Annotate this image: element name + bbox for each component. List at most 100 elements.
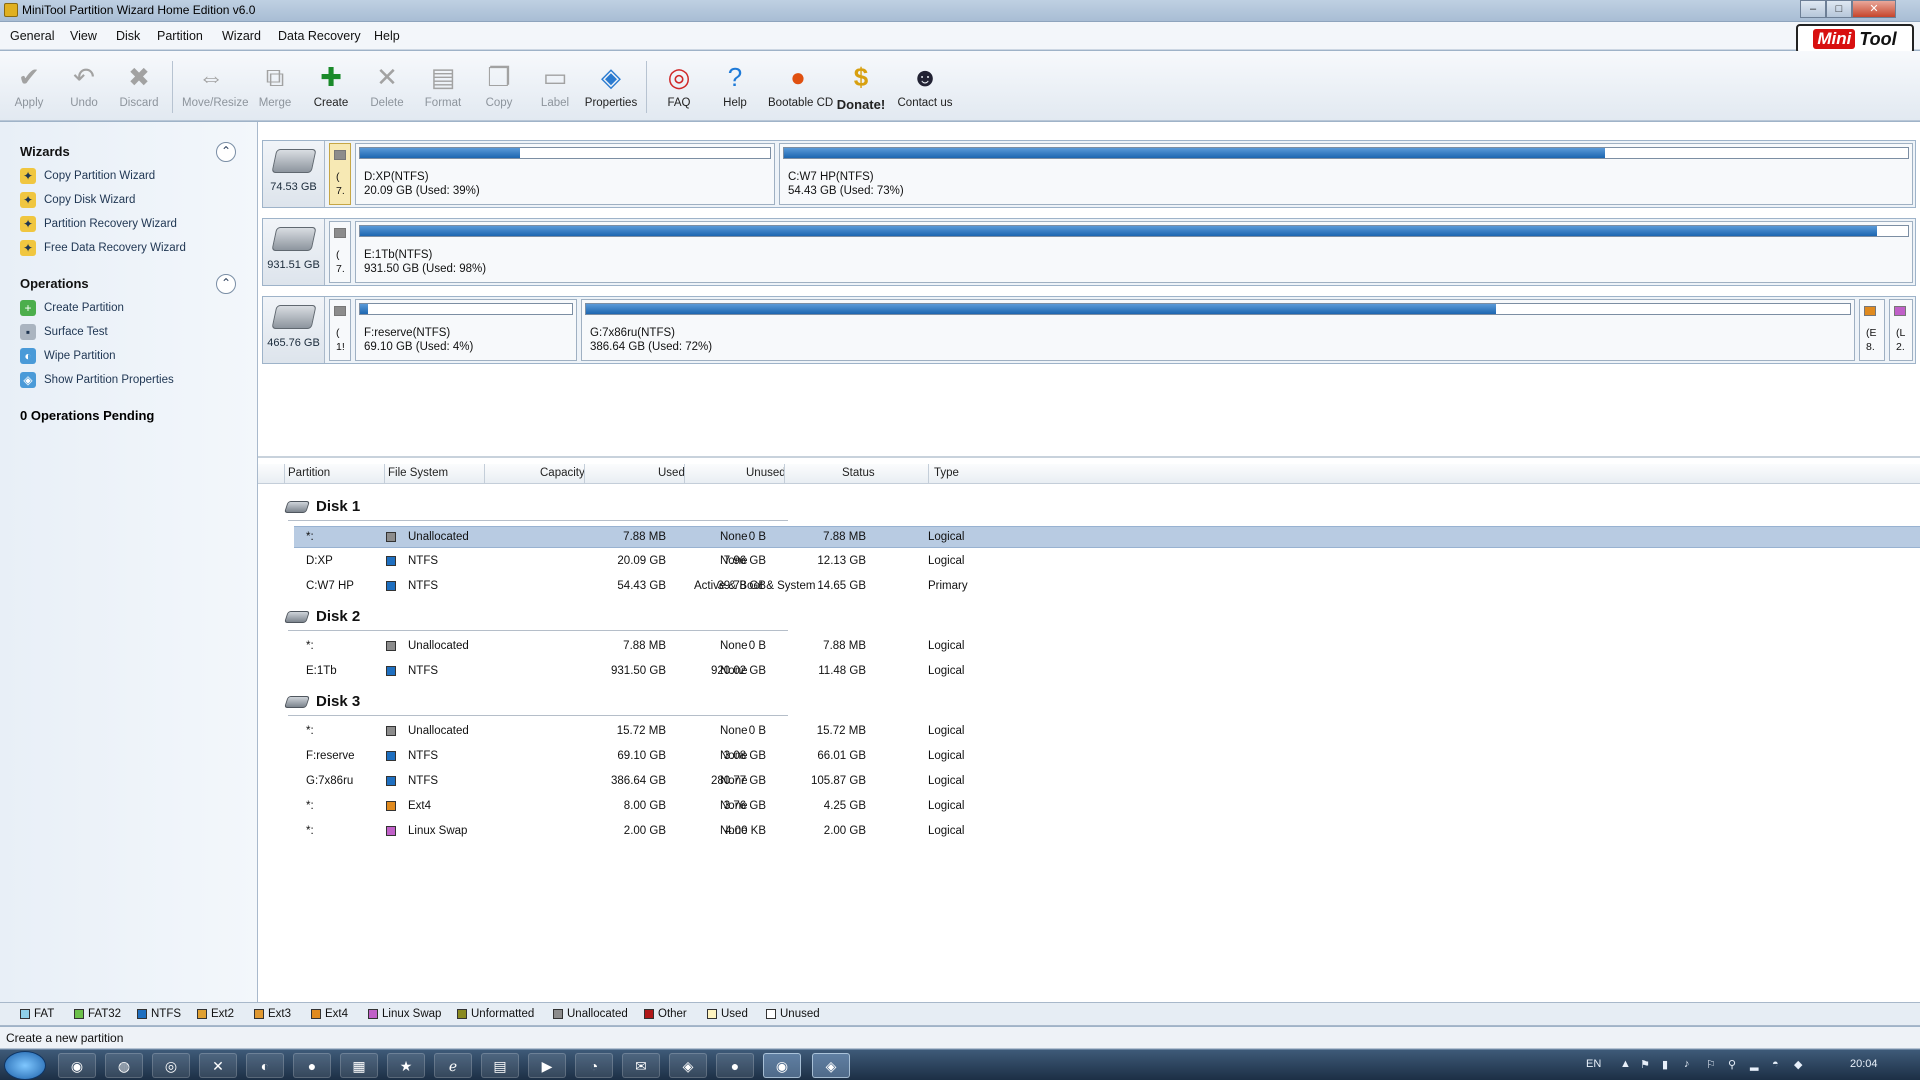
properties-button[interactable]: ◈ Properties (582, 57, 640, 117)
wizards-collapse-button[interactable]: ⌃ (216, 142, 236, 162)
column-used[interactable]: Used (658, 467, 685, 479)
discard-button[interactable]: ✖ Discard (110, 57, 168, 117)
undo-button[interactable]: ↶ Undo (55, 57, 113, 117)
help-button[interactable]: ? Help (706, 57, 764, 117)
internet-explorer-taskbar-icon[interactable]: ℯ (434, 1053, 472, 1078)
column-capacity[interactable]: Capacity (540, 467, 585, 479)
column-partition[interactable]: Partition (288, 467, 330, 479)
app-taskbar-icon[interactable]: ● (716, 1053, 754, 1078)
column-file-system[interactable]: File System (388, 467, 448, 479)
free-data-recovery-wizard-link[interactable]: ✦ Free Data Recovery Wizard (20, 238, 186, 258)
copy-partition-wizard-link[interactable]: ✦ Copy Partition Wizard (20, 166, 155, 186)
clock[interactable]: 20:04 (1850, 1058, 1878, 1070)
column-unused[interactable]: Unused (746, 467, 786, 479)
menu-disk[interactable]: Disk (116, 29, 140, 43)
create-partition-link[interactable]: + Create Partition (20, 298, 124, 318)
column-status[interactable]: Status (842, 467, 875, 479)
faq-button[interactable]: ◎ FAQ (650, 57, 708, 117)
table-row[interactable]: D:XP NTFS 20.09 GB 7.96 GB 12.13 GB None Logic… (294, 551, 1920, 573)
wipe-partition-link[interactable]: ◐ Wipe Partition (20, 346, 116, 366)
disk-group-header[interactable]: Disk 2 (284, 608, 360, 625)
network-icon[interactable]: ▮ (1662, 1058, 1668, 1071)
firefox-taskbar-icon[interactable]: ◐ (246, 1053, 284, 1078)
contact-us-button[interactable]: ☻ Contact us (894, 57, 956, 117)
donate-button[interactable]: $ Donate! (832, 57, 890, 117)
app-taskbar-icon[interactable]: ★ (387, 1053, 425, 1078)
surface-test-link[interactable]: ▪ Surface Test (20, 322, 108, 342)
explorer-taskbar-icon[interactable]: ▤ (481, 1053, 519, 1078)
apply-button[interactable]: ✔ Apply (0, 57, 58, 117)
menu-partition[interactable]: Partition (157, 29, 203, 43)
create-button[interactable]: ✚ Create (302, 57, 360, 117)
app-taskbar-icon[interactable]: ● (293, 1053, 331, 1078)
operations-collapse-button[interactable]: ⌃ (216, 274, 236, 294)
menu-general[interactable]: General (10, 29, 54, 43)
close-button[interactable]: ✕ (1852, 0, 1896, 18)
table-row[interactable]: E:1Tb NTFS 931.50 GB 920.02 GB 11.48 GB None L… (294, 661, 1920, 683)
table-row[interactable]: *: Unallocated 7.88 MB 0 B 7.88 MB None Logica… (294, 636, 1920, 658)
volume-icon[interactable]: ♪ (1684, 1058, 1690, 1070)
delete-button[interactable]: ✕ Delete (358, 57, 416, 117)
app-taskbar-icon[interactable]: ▦ (340, 1053, 378, 1078)
disk-group-header[interactable]: Disk 1 (284, 498, 360, 515)
app-taskbar-icon[interactable]: ◍ (105, 1053, 143, 1078)
copy-button[interactable]: ❐ Copy (470, 57, 528, 117)
partition-segment-freserve[interactable]: F:reserve(NTFS) 69.10 GB (Used: 4%) (355, 299, 577, 361)
media-player-taskbar-icon[interactable]: ▶ (528, 1053, 566, 1078)
table-row[interactable]: F:reserve NTFS 69.10 GB 3.08 GB 66.01 GB None… (294, 746, 1920, 768)
label-button[interactable]: ▭ Label (526, 57, 584, 117)
move-resize-button[interactable]: ⇔ Move/Resize (182, 57, 248, 117)
app-taskbar-icon[interactable]: ◔ (575, 1053, 613, 1078)
column-type[interactable]: Type (934, 467, 959, 479)
table-row[interactable]: *: Linux Swap 2.00 GB 4.00 KB 2.00 GB None Log… (294, 821, 1920, 843)
menu-help[interactable]: Help (374, 29, 400, 43)
format-button[interactable]: ▤ Format (414, 57, 472, 117)
app-taskbar-icon[interactable]: ◎ (152, 1053, 190, 1078)
partition-segment-e1tb[interactable]: E:1Tb(NTFS) 931.50 GB (Used: 98%) (355, 221, 1913, 283)
tray-arrow-icon[interactable]: ▲ (1620, 1058, 1631, 1070)
menu-wizard[interactable]: Wizard (222, 29, 261, 43)
ext4-segment[interactable]: (E 8. (1859, 299, 1885, 361)
maximize-button[interactable]: □ (1826, 0, 1852, 18)
disk-map-row-1[interactable]: 74.53 GB (7. D:XP(NTFS) 20.09 GB (Used: 3… (262, 140, 1916, 208)
app-taskbar-icon[interactable]: ✕ (199, 1053, 237, 1078)
unallocated-segment[interactable]: (7. (329, 143, 351, 205)
flag-icon[interactable]: ⚑ (1640, 1058, 1650, 1071)
tray-app-icon[interactable]: ◓ (1772, 1058, 1779, 1070)
minitool-taskbar-icon[interactable]: ◈ (812, 1053, 850, 1078)
language-indicator[interactable]: EN (1586, 1058, 1601, 1070)
linux-swap-segment[interactable]: (L 2. (1889, 299, 1913, 361)
unallocated-segment[interactable]: (7. (329, 221, 351, 283)
table-row[interactable]: C:W7 HP NTFS 54.43 GB 39.78 GB 14.65 GB Activ… (294, 576, 1920, 598)
search-icon[interactable]: ⚲ (1728, 1058, 1736, 1071)
unallocated-segment[interactable]: (1! (329, 299, 351, 361)
legend-unused: Unused (766, 1008, 820, 1020)
app-taskbar-icon[interactable]: ◉ (763, 1053, 801, 1078)
partition-segment-cw7hp[interactable]: C:W7 HP(NTFS) 54.43 GB (Used: 73%) (779, 143, 1913, 205)
table-row[interactable]: *: Ext4 8.00 GB 3.76 GB 4.25 GB None Logical (294, 796, 1920, 818)
bootable-cd-button[interactable]: ● Bootable CD (768, 57, 833, 117)
disk-group-header[interactable]: Disk 3 (284, 693, 360, 710)
start-button[interactable] (4, 1051, 46, 1080)
merge-button[interactable]: ⧉ Merge (246, 57, 304, 117)
title-bar: MiniTool Partition Wizard Home Edition v… (0, 0, 1920, 22)
table-row[interactable]: *: Unallocated 7.88 MB 0 B 7.88 MB None Logica… (294, 526, 1920, 548)
table-row[interactable]: *: Unallocated 15.72 MB 0 B 15.72 MB None Logi… (294, 721, 1920, 743)
signal-icon[interactable]: ▂ (1750, 1058, 1758, 1071)
chrome-taskbar-icon[interactable]: ◉ (58, 1053, 96, 1078)
partition-segment-g7x86ru[interactable]: G:7x86ru(NTFS) 386.64 GB (Used: 72%) (581, 299, 1855, 361)
disk-map-row-3[interactable]: 465.76 GB (1! F:reserve(NTFS) 69.10 GB (U… (262, 296, 1916, 364)
app-taskbar-icon[interactable]: ◈ (669, 1053, 707, 1078)
partition-recovery-wizard-link[interactable]: ✦ Partition Recovery Wizard (20, 214, 177, 234)
minimize-button[interactable]: – (1800, 0, 1826, 18)
partition-segment-dxp[interactable]: D:XP(NTFS) 20.09 GB (Used: 39%) (355, 143, 775, 205)
tray-app-icon[interactable]: ⚐ (1706, 1058, 1716, 1071)
app-taskbar-icon[interactable]: ✉ (622, 1053, 660, 1078)
show-partition-properties-link[interactable]: ◈ Show Partition Properties (20, 370, 174, 390)
menu-data-recovery[interactable]: Data Recovery (278, 29, 361, 43)
tray-app-icon[interactable]: ◆ (1794, 1058, 1802, 1071)
copy-disk-wizard-link[interactable]: ✦ Copy Disk Wizard (20, 190, 135, 210)
menu-view[interactable]: View (70, 29, 97, 43)
disk-map-row-2[interactable]: 931.51 GB (7. E:1Tb(NTFS) 931.50 GB (Used… (262, 218, 1916, 286)
table-row[interactable]: G:7x86ru NTFS 386.64 GB 280.77 GB 105.87 GB N… (294, 771, 1920, 793)
